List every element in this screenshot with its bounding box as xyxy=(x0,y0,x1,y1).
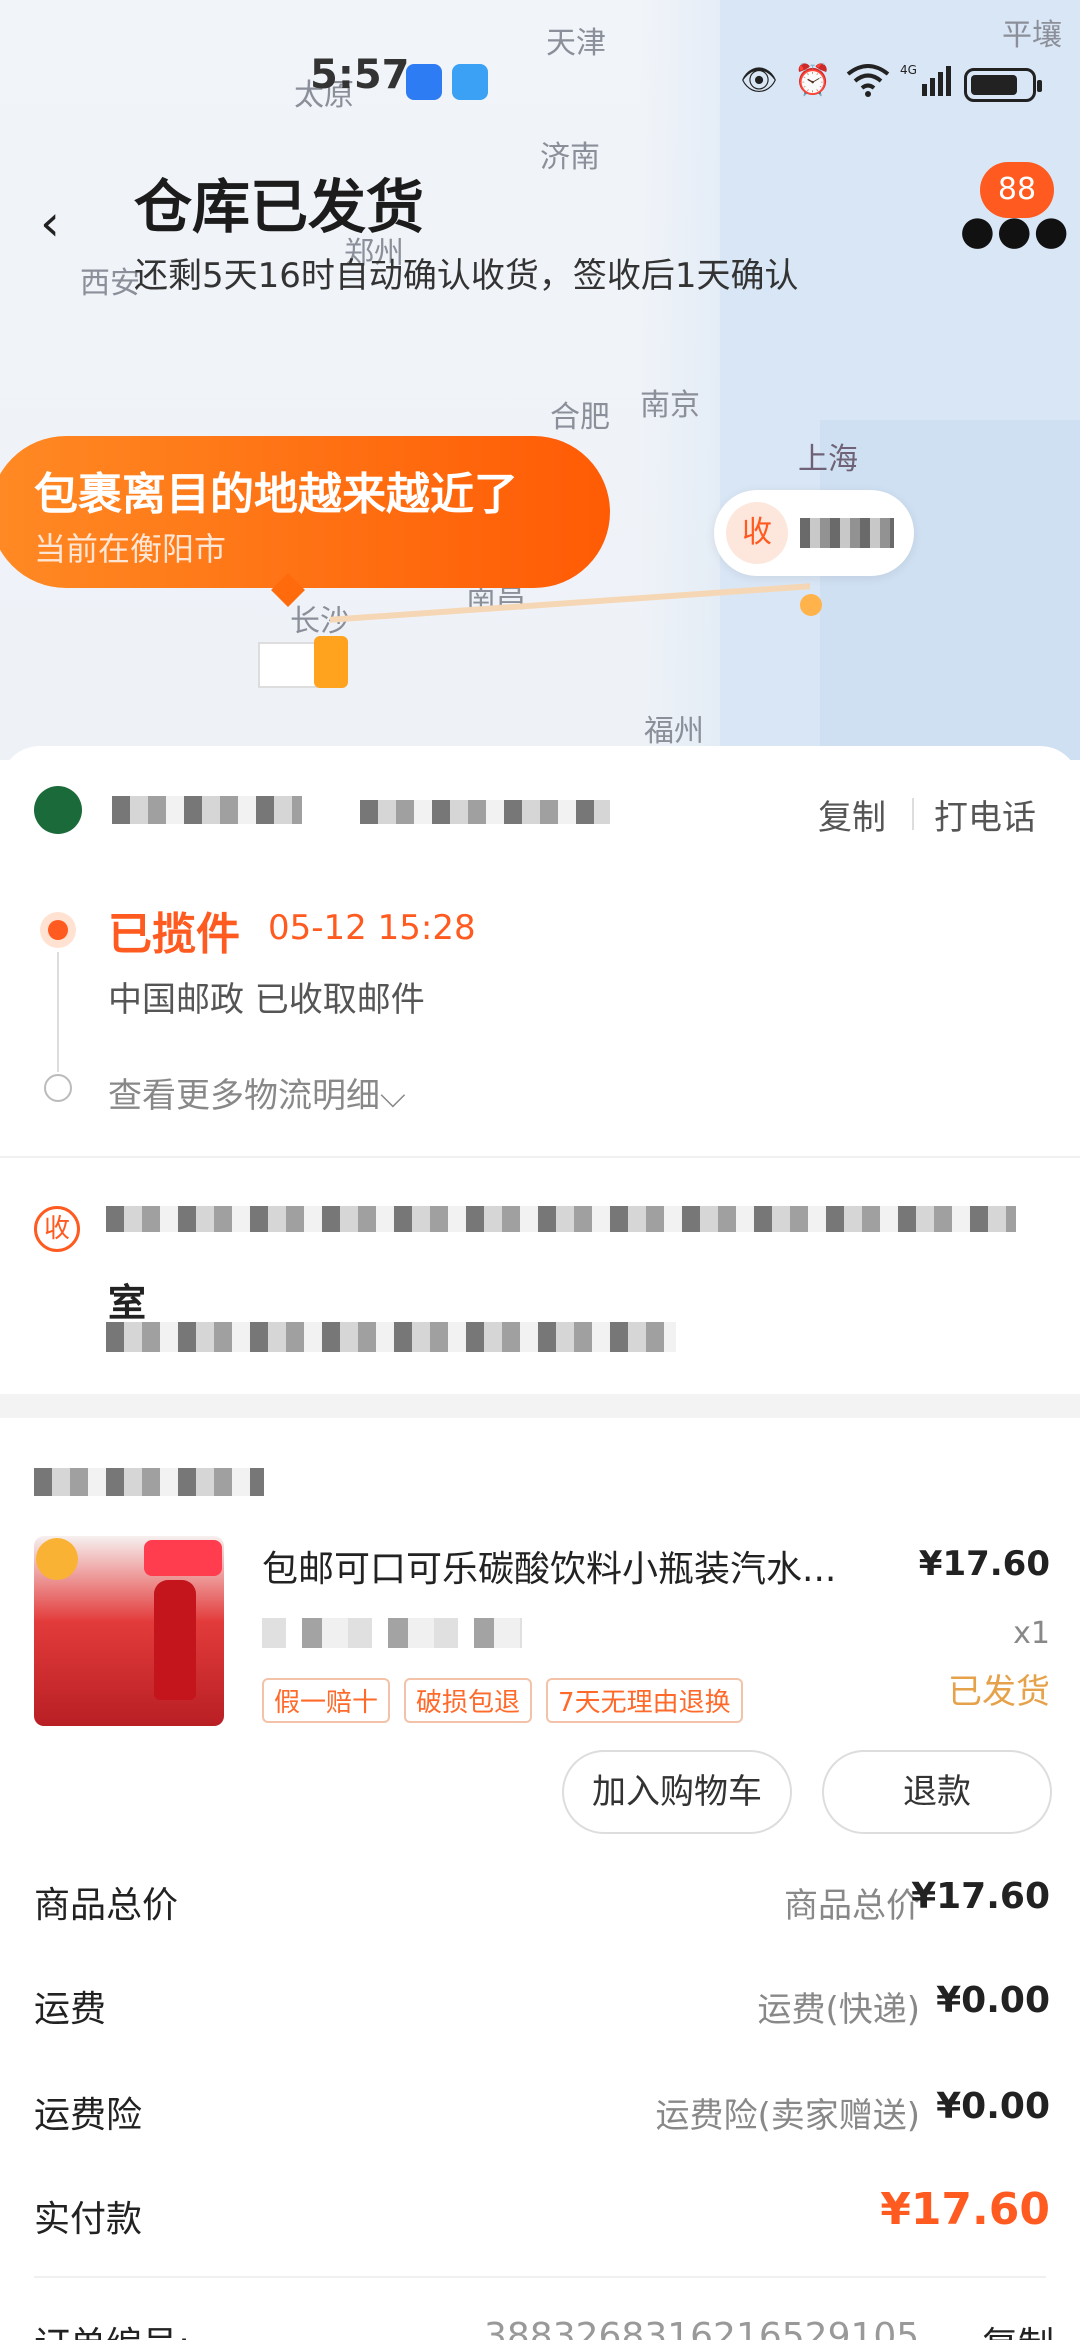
china-post-logo xyxy=(34,786,82,834)
more-logistics-link[interactable]: 查看更多物流明细⌵ xyxy=(108,1068,406,1117)
summary-row: 运费险 运费险(卖家赠送) ¥0.00 xyxy=(0,2086,1080,2156)
app-notification-icon xyxy=(406,64,442,100)
map-city-label: 平壤 xyxy=(1002,18,1062,53)
divider xyxy=(912,798,914,830)
timeline-status: 已揽件 xyxy=(108,909,240,960)
product-quantity: x1 xyxy=(1013,1616,1050,1651)
product-spec-blurred xyxy=(262,1618,522,1648)
order-number: 3883268316216529105 xyxy=(484,2316,920,2340)
map-city-label: 合肥 xyxy=(550,400,610,435)
logistics-timeline: 已揽件 05-12 15:28 中国邮政 已收取邮件 查看更多物流明细⌵ xyxy=(0,896,1080,1116)
timeline-line xyxy=(57,952,59,1072)
map-city-label: 济南 xyxy=(540,140,600,175)
battery-icon xyxy=(964,68,1042,102)
summary-label: 运费 xyxy=(34,1989,107,2030)
divider xyxy=(34,2276,1046,2278)
timeline-time: 05-12 15:28 xyxy=(268,908,476,948)
eye-icon: 👁 xyxy=(740,62,779,98)
product-image-badge xyxy=(36,1538,78,1580)
service-tag: 假一赔十 xyxy=(262,1678,391,1723)
summary-value: ¥0.00 xyxy=(936,1980,1050,2021)
summary-label: 商品总价 xyxy=(34,1885,179,1926)
product-image[interactable] xyxy=(34,1536,224,1726)
carrier-row: 复制 打电话 xyxy=(0,786,1080,856)
summary-row: 运费 运费(快递) ¥0.00 xyxy=(0,1980,1080,2050)
timeline-dot-more xyxy=(44,1074,72,1102)
service-tag: 7天无理由退换 xyxy=(546,1678,743,1723)
svg-text:4G: 4G xyxy=(900,63,917,77)
address-blurred xyxy=(106,1206,1016,1232)
map-city-label: 福州 xyxy=(644,714,704,749)
destination-dot xyxy=(800,594,822,616)
receiver-pin[interactable]: 收 xyxy=(714,490,914,576)
product-price: ¥17.60 xyxy=(918,1544,1050,1584)
map-city-label: 上海 xyxy=(798,442,858,477)
wifi-icon xyxy=(846,60,890,100)
copy-order-button[interactable]: 复制 xyxy=(982,2316,1054,2340)
status-time: 5:57 xyxy=(310,52,410,98)
copy-tracking-button[interactable]: 复制 xyxy=(818,790,886,839)
order-number-label: 订单编号: xyxy=(34,2325,190,2340)
logistics-map[interactable]: 天津 平壤 太原 济南 郑州 西安 合肥 南京 上海 长沙 南昌 福州 收 包裹… xyxy=(0,0,1080,760)
back-icon[interactable]: ‹ xyxy=(40,198,80,248)
bubble-subtitle: 当前在衡阳市 xyxy=(34,530,227,568)
auto-confirm-text: 还剩5天16时自动确认收货，签收后1天确认 xyxy=(134,256,799,296)
summary-label: 运费险 xyxy=(34,2095,143,2136)
paid-amount: ¥17.60 xyxy=(880,2184,1050,2235)
summary-value: ¥17.60 xyxy=(911,1876,1050,1917)
shop-name-blurred xyxy=(34,1468,264,1496)
refund-button[interactable]: 退款 xyxy=(822,1750,1052,1834)
map-sea-south xyxy=(820,420,1080,760)
section-gap xyxy=(0,1394,1080,1418)
shipping-address[interactable]: 收 室 xyxy=(0,1192,1080,1392)
order-number-row: 订单编号: 3883268316216529105 复制 xyxy=(34,2316,1074,2340)
summary-row: 商品总价 商品总价 ¥17.60 xyxy=(0,1876,1080,1946)
message-badge: 88 xyxy=(980,162,1054,218)
product-item[interactable]: 包邮可口可乐碳酸饮料小瓶装汽水... ¥17.60 x1 已发货 假一赔十 破损… xyxy=(0,1536,1080,1726)
summary-sub: 商品总价 xyxy=(784,1886,920,1926)
add-to-cart-button[interactable]: 加入购物车 xyxy=(562,1750,792,1834)
timeline-description: 中国邮政 已收取邮件 xyxy=(108,980,425,1020)
product-image-promo xyxy=(144,1540,222,1576)
tracking-number-blurred xyxy=(360,800,610,824)
progress-bubble: 包裹离目的地越来越近了 当前在衡阳市 xyxy=(0,436,610,588)
divider xyxy=(0,1156,1080,1158)
truck-icon xyxy=(258,636,348,692)
status-bar: 5:57 👁 ⏰ 4G xyxy=(0,52,1080,112)
summary-sub: 运费险(卖家赠送) xyxy=(655,2096,920,2136)
service-tag: 破损包退 xyxy=(404,1678,533,1723)
4g-signal-icon: 4G xyxy=(900,60,952,100)
address-line: 室 xyxy=(108,1281,147,1325)
alarm-icon: ⏰ xyxy=(794,62,832,98)
order-detail-card: 复制 打电话 已揽件 05-12 15:28 中国邮政 已收取邮件 查看更多物流… xyxy=(0,746,1080,2340)
page-title: 仓库已发货 xyxy=(134,173,425,241)
product-title[interactable]: 包邮可口可乐碳酸饮料小瓶装汽水... xyxy=(262,1540,902,1592)
map-city-label: 南京 xyxy=(640,388,700,423)
weather-notification-icon xyxy=(452,64,488,100)
summary-sub: 运费(快递) xyxy=(757,1990,920,2030)
summary-value: ¥0.00 xyxy=(936,2086,1050,2127)
paid-label: 实付款 xyxy=(34,2199,143,2240)
bubble-title: 包裹离目的地越来越近了 xyxy=(34,469,518,520)
bottle-shape xyxy=(154,1580,196,1700)
contact-blurred xyxy=(106,1322,676,1352)
map-city-label: 西安 xyxy=(80,266,140,301)
receiver-label: 收 xyxy=(726,502,788,564)
receiver-name-blurred xyxy=(800,518,894,548)
timeline-dot-current xyxy=(40,912,76,948)
service-tags: 假一赔十 破损包退 7天无理由退换 xyxy=(262,1678,743,1723)
call-courier-button[interactable]: 打电话 xyxy=(934,790,1036,839)
receiver-icon: 收 xyxy=(34,1206,80,1252)
paid-row: 实付款 ¥17.60 xyxy=(0,2184,1080,2260)
carrier-name-blurred xyxy=(112,796,302,824)
product-status: 已发货 xyxy=(948,1672,1050,1712)
